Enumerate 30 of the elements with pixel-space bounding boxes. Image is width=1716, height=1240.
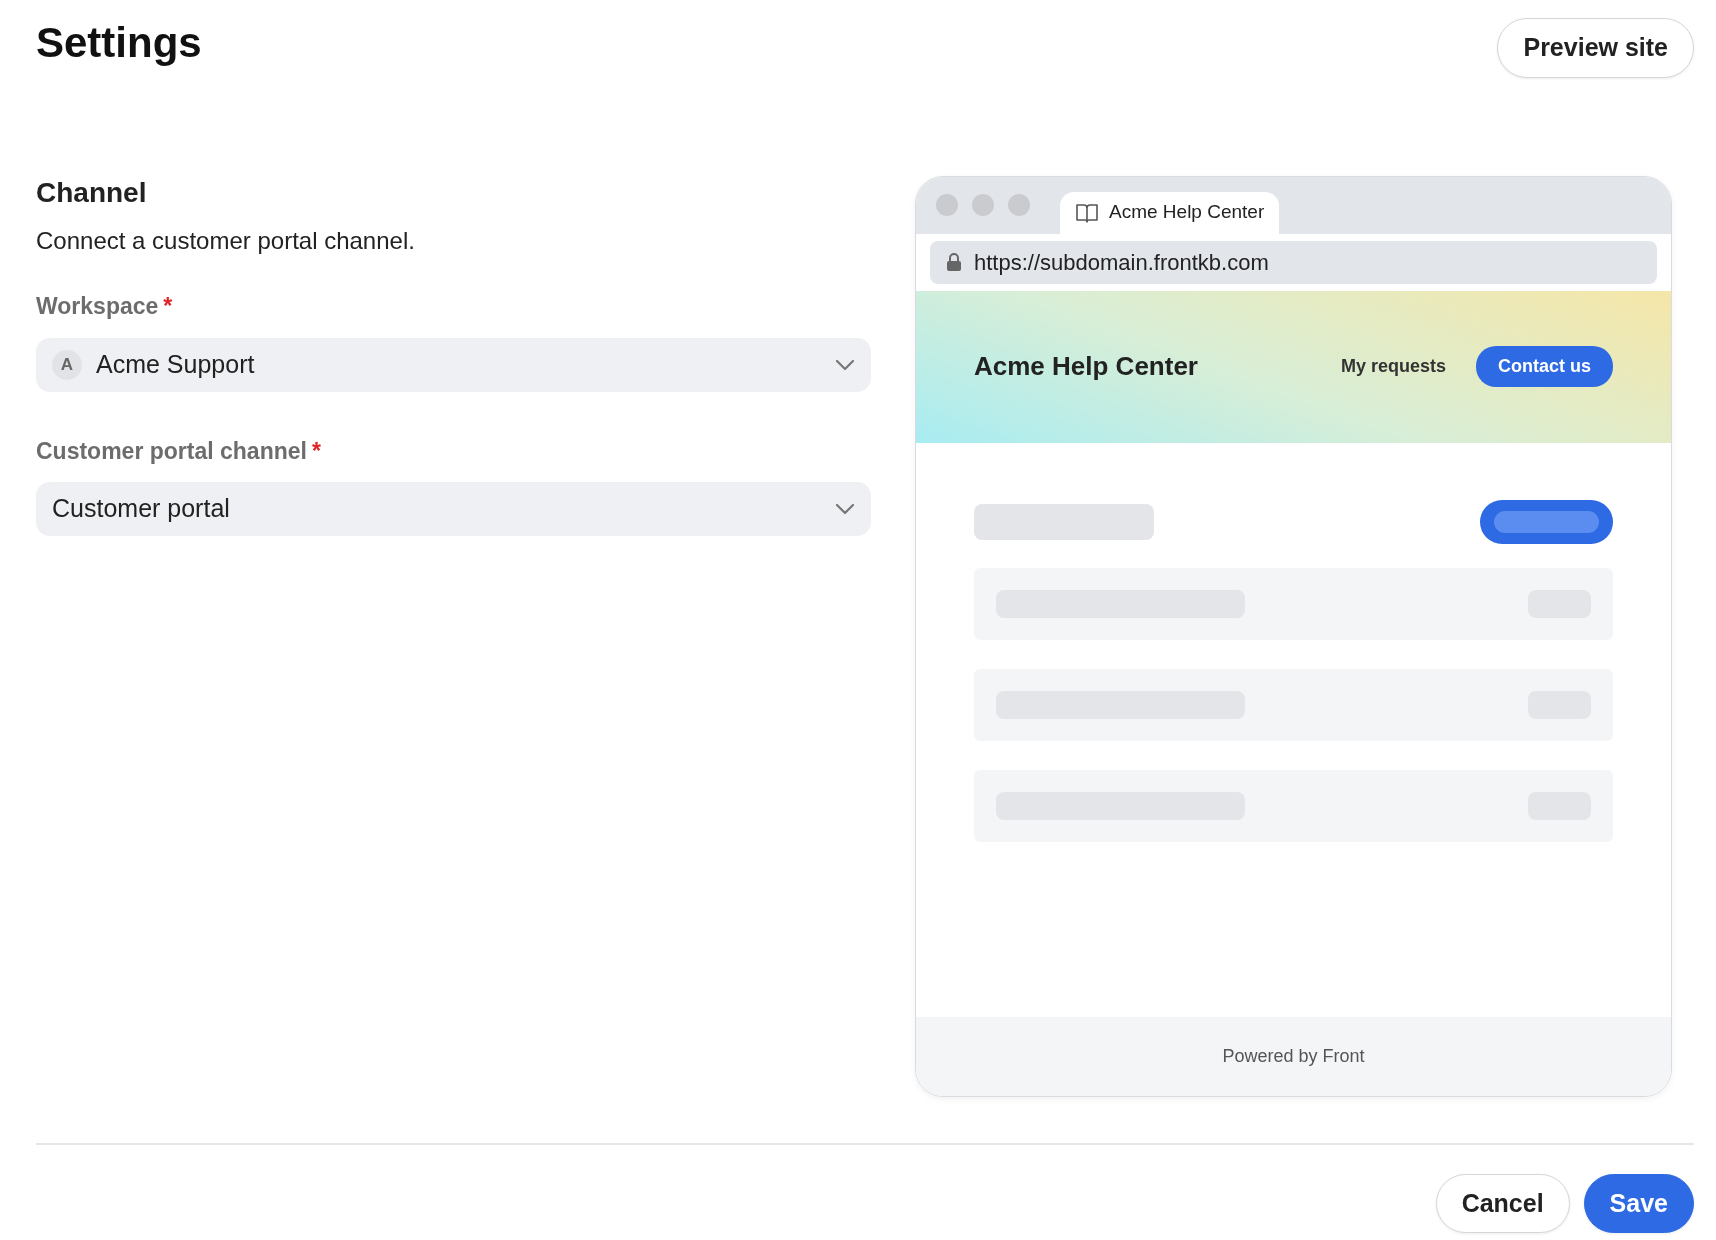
field-label: Customer portal channel (36, 436, 307, 466)
chevron-down-icon (835, 358, 855, 371)
address-bar[interactable]: https://subdomain.frontkb.com (930, 240, 1657, 284)
window-control-dot (936, 194, 958, 216)
chevron-down-icon (835, 503, 855, 516)
window-control-dot (972, 194, 994, 216)
site-footer-text: Powered by Front (916, 1016, 1671, 1096)
tab-title: Acme Help Center (1109, 200, 1265, 225)
preview-site-button[interactable]: Preview site (1497, 18, 1694, 78)
page-title: Settings (36, 18, 202, 68)
my-requests-link[interactable]: My requests (1340, 353, 1446, 380)
select-value: Acme Support (96, 348, 256, 380)
contact-us-button[interactable]: Contact us (1476, 346, 1613, 387)
select-field[interactable]: Customer portal (36, 482, 871, 537)
cancel-button[interactable]: Cancel (1435, 1173, 1570, 1233)
select-field[interactable]: A Acme Support (36, 337, 871, 392)
site-title: Acme Help Center (974, 350, 1199, 383)
window-control-dot (1008, 194, 1030, 216)
section-heading: Channel (36, 175, 148, 210)
browser-tab[interactable]: Acme Help Center (1060, 191, 1280, 234)
field-label: Workspace (36, 292, 159, 322)
required-mark: * (163, 292, 173, 322)
required-mark: * (311, 436, 321, 466)
select-value: Customer portal (52, 493, 231, 525)
url-text: https://subdomain.frontkb.com (974, 248, 1269, 277)
workspace-avatar: A (52, 349, 82, 380)
lock-icon (946, 252, 962, 272)
section-description: Connect a customer portal channel. (36, 226, 416, 257)
book-icon (1075, 201, 1099, 224)
save-button[interactable]: Save (1583, 1173, 1694, 1233)
